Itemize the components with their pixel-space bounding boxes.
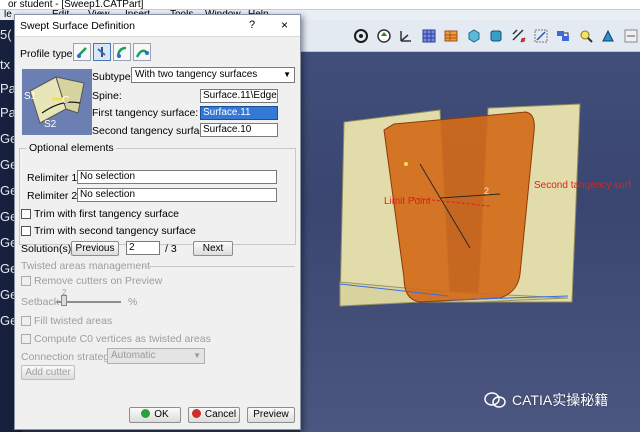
help-button[interactable]: ? <box>249 19 255 31</box>
measure-icon[interactable] <box>509 26 527 45</box>
first-tangency-label: First tangency surface: <box>92 107 199 119</box>
main-toolbar <box>300 20 640 52</box>
profile-line-button[interactable] <box>93 43 111 61</box>
subtype-label: Subtype: <box>92 71 134 83</box>
watermark: CATIA实操秘籍 <box>484 390 608 410</box>
setback-unit: % <box>128 296 138 308</box>
sketch-icon[interactable] <box>352 26 370 45</box>
line-profile-icon <box>97 47 106 57</box>
apply-material-icon[interactable] <box>554 26 572 45</box>
twisted-divider <box>143 266 295 267</box>
body-icon[interactable] <box>487 26 505 45</box>
previous-button[interactable]: Previous <box>71 241 119 256</box>
remove-cutters-label: Remove cutters on Preview <box>34 275 163 287</box>
trim-first-label: Trim with first tangency surface <box>34 208 179 220</box>
ok-icon <box>141 409 151 418</box>
spin-icon[interactable] <box>374 26 392 45</box>
conic-profile-icon <box>135 49 149 58</box>
relimiter1-label: Relimiter 1: <box>27 172 81 184</box>
dialog-title: Swept Surface Definition <box>20 20 135 32</box>
subtype-value: With two tangency surfaces <box>135 69 258 80</box>
cancel-icon <box>191 409 201 418</box>
relimiter2-label: Relimiter 2: <box>27 190 81 202</box>
dialog-title-bar: Swept Surface Definition ? × <box>15 15 300 37</box>
profile-explicit-button[interactable] <box>73 43 91 61</box>
chevron-down-icon: ▼ <box>283 70 291 79</box>
cube-icon[interactable] <box>464 26 482 45</box>
profile-circle-button[interactable] <box>113 43 131 61</box>
explicit-profile-icon <box>77 47 87 58</box>
chevron-down-icon: ▼ <box>193 351 201 360</box>
limit-point-marker <box>404 162 408 166</box>
next-button[interactable]: Next <box>193 241 233 256</box>
swept-surface <box>383 111 535 303</box>
constraint-icon[interactable] <box>532 26 550 45</box>
setback-label: Setback <box>21 296 59 308</box>
cancel-label: Cancel <box>204 409 237 420</box>
connection-strategy-value: Automatic <box>111 350 156 361</box>
axis-system-icon[interactable] <box>397 26 415 45</box>
connection-strategy-label: Connection strategy: <box>21 351 118 363</box>
extra-icon[interactable] <box>622 26 640 45</box>
compute-c0-checkbox[interactable] <box>21 334 31 344</box>
subtype-preview-drawing <box>29 76 85 124</box>
preview-c-label: C <box>62 95 70 106</box>
relimiter2-field[interactable]: No selection <box>77 188 277 202</box>
profile-conic-button[interactable] <box>133 43 151 61</box>
first-tangency-field[interactable]: Surface.11 <box>200 106 278 120</box>
sweep-geometry <box>339 103 581 307</box>
fill-twisted-checkbox[interactable] <box>21 316 31 326</box>
preview-s2-label: S2 <box>44 119 57 130</box>
table-icon[interactable] <box>442 26 460 45</box>
connection-strategy-select[interactable]: Automatic ▼ <box>107 348 205 364</box>
watermark-text: CATIA实操秘籍 <box>512 392 609 408</box>
close-button[interactable]: × <box>281 18 288 32</box>
cancel-button[interactable]: Cancel <box>188 407 240 423</box>
solution-current-field[interactable]: 2 <box>126 241 160 255</box>
solution-total-label: / 3 <box>165 243 177 255</box>
optional-elements-title: Optional elements <box>27 142 116 154</box>
trim-first-checkbox[interactable] <box>21 209 31 219</box>
app-title-bar: or student - [Sweep1.CATPart] <box>0 0 640 10</box>
second-tangency-label: Second tangency surface: <box>92 125 214 137</box>
grid-icon[interactable] <box>419 26 437 45</box>
second-tangency-label: Second tangency surf <box>534 180 631 191</box>
spine-label: Spine: <box>92 90 122 102</box>
solution-number-label: 2 <box>484 186 490 196</box>
preview-s1-label: S1 <box>24 91 37 102</box>
app-title: or student - [Sweep1.CATPart] <box>8 0 144 10</box>
wechat-icon <box>484 392 506 408</box>
solutions-label: Solution(s): <box>21 243 75 255</box>
setback-slider-handle[interactable] <box>61 295 67 306</box>
subtype-preview-image: S1 S2 C <box>22 69 92 135</box>
ok-label: OK <box>154 409 169 420</box>
3d-viewport[interactable]: Limit Point Second tangency surf 2 <box>300 52 640 432</box>
compute-c0-label: Compute C0 vertices as twisted areas <box>34 333 211 345</box>
tools-icon[interactable] <box>577 26 595 45</box>
twisted-areas-title: Twisted areas management <box>21 260 150 272</box>
limit-point-label: Limit Point <box>384 196 431 207</box>
circle-profile-icon <box>116 46 127 58</box>
profile-type-label: Profile type: <box>20 48 76 60</box>
fill-twisted-label: Fill twisted areas <box>34 315 113 327</box>
ok-button[interactable]: OK <box>129 407 181 423</box>
trim-second-label: Trim with second tangency surface <box>34 225 196 237</box>
preview-button[interactable]: Preview <box>247 407 295 423</box>
spine-field[interactable]: Surface.11\Edge.3 <box>200 89 278 103</box>
analysis-icon[interactable] <box>599 26 617 45</box>
relimiter1-field[interactable]: No selection <box>77 170 277 184</box>
trim-second-checkbox[interactable] <box>21 226 31 236</box>
add-cutter-button[interactable]: Add cutter <box>21 365 75 380</box>
swept-surface-dialog: Swept Surface Definition ? × Profile typ… <box>14 14 301 430</box>
menu-file[interactable]: le <box>4 10 12 20</box>
second-tangency-field[interactable]: Surface.10 <box>200 123 278 137</box>
subtype-select[interactable]: With two tangency surfaces ▼ <box>131 67 295 83</box>
remove-cutters-checkbox[interactable] <box>21 276 31 286</box>
